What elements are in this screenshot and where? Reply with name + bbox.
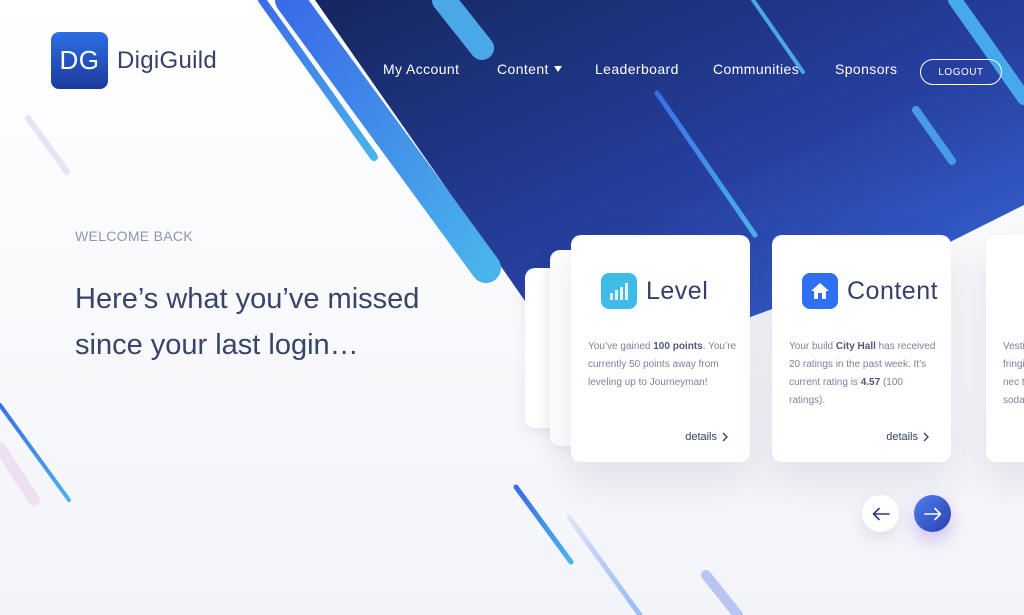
- welcome-eyebrow: WELCOME BACK: [75, 228, 193, 244]
- chevron-right-icon: [722, 432, 728, 442]
- next-card-partial[interactable]: Vesti fringi nec t soda: [986, 235, 1024, 462]
- carousel-next-button[interactable]: [914, 495, 951, 532]
- level-details-link[interactable]: details: [685, 431, 728, 443]
- content-details-link[interactable]: details: [886, 431, 929, 443]
- content-card-body: Your build City Hall has received 20 rat…: [789, 338, 939, 410]
- headline-line-1: Here’s what you’ve missed: [75, 283, 420, 315]
- partial-line: soda: [1003, 395, 1024, 406]
- level-card[interactable]: Level You’ve gained 100 points. You’re c…: [571, 235, 750, 462]
- content-body-text: Your build: [789, 341, 836, 352]
- content-card-header: Content: [802, 273, 938, 309]
- build-rating: 4.57: [860, 377, 881, 388]
- arrow-right-icon: [923, 507, 941, 520]
- page-headline: Here’s what you’ve missed since your las…: [75, 276, 475, 368]
- content-card-title: Content: [847, 276, 939, 305]
- level-card-body: You’ve gained 100 points. You’re current…: [588, 338, 738, 392]
- partial-line: Vesti: [1003, 341, 1024, 352]
- level-body-text: You’ve gained: [588, 341, 654, 352]
- nav-sponsors[interactable]: Sponsors: [835, 61, 897, 77]
- level-card-title: Level: [646, 276, 709, 305]
- chevron-right-icon: [923, 432, 929, 442]
- carousel-prev-button[interactable]: [862, 495, 899, 532]
- details-label: details: [685, 431, 717, 443]
- partial-card-body: Vesti fringi nec t soda: [1003, 338, 1024, 410]
- content-card[interactable]: Content Your build City Hall has receive…: [772, 235, 951, 462]
- build-name: City Hall: [835, 341, 876, 352]
- nav-leaderboard[interactable]: Leaderboard: [595, 61, 679, 77]
- details-label: details: [886, 431, 918, 443]
- partial-line: fringi: [1003, 359, 1024, 370]
- bar-chart-icon: [601, 273, 637, 309]
- main-nav: My Account Content Leaderboard Communiti…: [0, 61, 1024, 83]
- level-points: 100 points: [653, 341, 703, 352]
- headline-line-2: since your last login…: [75, 329, 359, 361]
- level-card-header: Level: [601, 273, 708, 309]
- nav-content[interactable]: Content: [497, 61, 562, 77]
- logout-button[interactable]: LOGOUT: [920, 59, 1002, 85]
- nav-my-account[interactable]: My Account: [383, 61, 459, 77]
- arrow-left-icon: [872, 507, 890, 520]
- nav-communities[interactable]: Communities: [713, 61, 799, 77]
- home-icon: [802, 273, 838, 309]
- caret-down-icon: [553, 66, 562, 72]
- partial-line: nec t: [1003, 377, 1024, 388]
- nav-content-label: Content: [497, 61, 549, 77]
